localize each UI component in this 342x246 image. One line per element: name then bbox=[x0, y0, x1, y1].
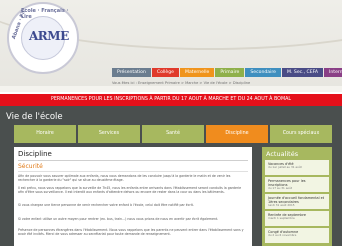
news-item-date: du 2 au 6 novembre bbox=[268, 233, 297, 237]
nav-item-internats[interactable]: Internats bbox=[324, 68, 342, 77]
main-navigation: Présentation Collège Maternelle Primaire Sec… bbox=[112, 68, 342, 77]
news-item-date: lundi 31 août 2015 bbox=[268, 203, 295, 207]
nav-item-coll-ge[interactable]: Collège bbox=[151, 68, 179, 77]
content-subtitle: Sécurité bbox=[18, 163, 43, 170]
breadcrumb: Vous êtes ici : Enseignement Primaire > … bbox=[112, 81, 251, 85]
content-panel: Discipline Sécurité Afin de pouvoir vous… bbox=[14, 147, 252, 246]
nav-item-secondaire[interactable]: Secondaire bbox=[245, 68, 282, 77]
news-item[interactable]: Permanences pour les inscriptions du 17 a… bbox=[265, 177, 329, 192]
nav-item-maternelle[interactable]: Maternelle bbox=[180, 68, 215, 77]
news-item[interactable]: Congé d'automne du 2 au 6 novembre bbox=[265, 228, 329, 243]
news-item[interactable]: Vacances d'été du 1er juillet au 31 août bbox=[265, 160, 329, 175]
content-paragraph: Présence de personnes étrangères dans l'… bbox=[18, 228, 244, 237]
tab-sant-[interactable]: Santé bbox=[142, 125, 204, 143]
title-divider bbox=[18, 160, 248, 161]
sidebar-title: Actualités bbox=[266, 150, 299, 158]
nav-item-m-sec-cefa[interactable]: M. Sec., CEFA bbox=[282, 68, 324, 77]
news-list: Vacances d'été du 1er juillet au 31 août P… bbox=[265, 160, 329, 245]
content-paragraph: Afin de pouvoir vous assurer optimale au… bbox=[18, 174, 231, 183]
content-paragraph: Si vous chargez une tierce personne de v… bbox=[18, 203, 194, 207]
news-item[interactable]: Rentrée de septembre mardi 1 septembre bbox=[265, 211, 329, 226]
news-sidebar: Actualités Vacances d'été du 1er juillet … bbox=[262, 147, 332, 246]
tab-horaire[interactable]: Horaire bbox=[14, 125, 76, 143]
news-item-date: mardi 1 septembre bbox=[268, 216, 295, 220]
news-item-date: du 1er juillet au 31 août bbox=[268, 165, 302, 169]
nav-item-pr-sentation[interactable]: Présentation bbox=[112, 68, 151, 77]
site-header: Ecole · Français · Lire Abana · Fil ARME… bbox=[0, 0, 342, 92]
news-item-date: du 17 au 31 août bbox=[268, 186, 293, 190]
tab-discipline[interactable]: Discipline bbox=[206, 125, 268, 143]
nav-item-primaire[interactable]: Primaire bbox=[215, 68, 245, 77]
subtitle-divider bbox=[18, 171, 248, 172]
news-item[interactable]: Journée d'accueil fondamental et 1ères s… bbox=[265, 194, 329, 209]
content-paragraph: Il est prévu, nous vous rappelons que la… bbox=[18, 186, 242, 195]
school-logo[interactable]: Ecole · Français · Lire Abana · Fil ARME bbox=[7, 2, 79, 74]
content-title: Discipline bbox=[18, 150, 52, 158]
content-paragraph: Si votre enfant utilise un autre moyen p… bbox=[18, 217, 219, 221]
announcement-banner[interactable]: PERMANENCES POUR LES INSCRIPTIONS À PART… bbox=[0, 94, 342, 106]
section-tabs: Horaire Services Santé Discipline Cours spéc… bbox=[14, 125, 332, 143]
section-title: Vie de l'école bbox=[6, 112, 63, 122]
logo-wordmark: ARME bbox=[29, 29, 69, 43]
tab-services[interactable]: Services bbox=[78, 125, 140, 143]
tab-cours-sp-ciaux[interactable]: Cours spéciaux bbox=[270, 125, 332, 143]
